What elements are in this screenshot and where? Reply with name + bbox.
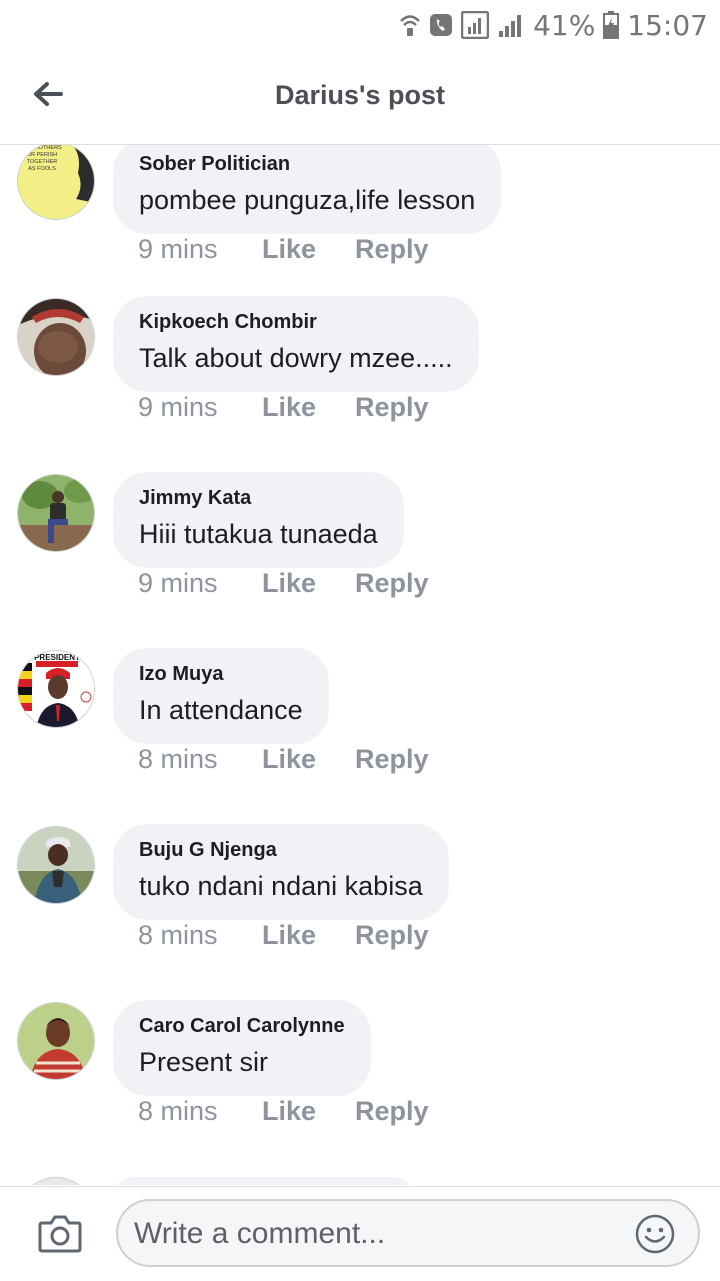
comment-actions: 8 mins Like Reply	[138, 920, 429, 951]
comment-actions: 9 mins Like Reply	[138, 234, 429, 265]
comment-time[interactable]: 9 mins	[138, 568, 262, 599]
comment-time[interactable]: 8 mins	[138, 744, 262, 775]
comment-bubble[interactable]: Jimmy Kata Hiii tutakua tunaeda	[113, 472, 404, 568]
comment-bubble[interactable]: Buju G Njenga tuko ndani ndani kabisa	[113, 824, 449, 920]
reply-button[interactable]: Reply	[355, 744, 429, 775]
signal-box-icon	[461, 11, 490, 39]
reply-button[interactable]: Reply	[355, 1096, 429, 1127]
svg-text:AS BROTHERS: AS BROTHERS	[22, 145, 62, 151]
comment-list[interactable]: AS BROTHERS OR PERISH TOGETHER AS FOOLS …	[0, 145, 720, 1185]
comment-bubble[interactable]: Caro Carol Carolynne Present sir	[113, 1000, 371, 1096]
comment-text: pombee punguza,life lesson	[139, 185, 476, 215]
reply-button[interactable]: Reply	[355, 920, 429, 951]
comment-text: Hiii tutakua tunaeda	[139, 519, 378, 549]
svg-text:OR PERISH: OR PERISH	[27, 152, 57, 158]
avatar[interactable]: AS BROTHERS OR PERISH TOGETHER AS FOOLS	[17, 145, 95, 220]
avatar-image	[18, 1003, 94, 1079]
commenter-name[interactable]: Caro Carol Carolynne	[139, 1014, 345, 1038]
avatar[interactable]	[17, 298, 95, 376]
camera-icon	[38, 1215, 82, 1253]
battery-percent: 41%	[533, 8, 596, 42]
emoji-icon	[635, 1214, 675, 1254]
comment-input-wrapper[interactable]	[116, 1199, 700, 1267]
svg-text:TOGETHER: TOGETHER	[27, 159, 57, 165]
avatar[interactable]	[17, 474, 95, 552]
like-button[interactable]: Like	[262, 392, 355, 423]
avatar-image: AS BROTHERS OR PERISH TOGETHER AS FOOLS	[18, 145, 94, 219]
phone-call-icon	[429, 12, 453, 38]
commenter-name[interactable]: Kipkoech Chombir	[139, 310, 453, 334]
avatar-image	[18, 827, 94, 903]
like-button[interactable]: Like	[262, 568, 355, 599]
comment: PRESIDENT Izo Muya In attendance 8 mins …	[0, 648, 720, 824]
avatar-image: PRESIDENT	[18, 651, 94, 727]
svg-text:AS FOOLS: AS FOOLS	[28, 166, 56, 172]
wifi-calling-icon	[399, 12, 421, 38]
like-button[interactable]: Like	[262, 744, 355, 775]
comment-bubble[interactable]	[113, 1177, 413, 1185]
svg-text:PRESIDENT: PRESIDENT	[34, 653, 80, 662]
comment-actions: 9 mins Like Reply	[138, 392, 429, 423]
commenter-name[interactable]: Sober Politician	[139, 152, 475, 176]
comment-actions: 8 mins Like Reply	[138, 1096, 429, 1127]
avatar-image	[18, 299, 94, 375]
comment: Kipkoech Chombir Talk about dowry mzee..…	[0, 296, 720, 472]
reply-button[interactable]: Reply	[355, 568, 429, 599]
battery-charging-icon	[603, 11, 620, 39]
commenter-name[interactable]: Izo Muya	[139, 662, 303, 686]
cell-signal-icon	[497, 11, 525, 39]
commenter-name[interactable]: Buju G Njenga	[139, 838, 423, 862]
emoji-button[interactable]	[634, 1213, 676, 1255]
comment-time[interactable]: 8 mins	[138, 920, 262, 951]
comment-time[interactable]: 9 mins	[138, 392, 262, 423]
comment-input[interactable]	[132, 1211, 626, 1257]
comment-composer-bar	[0, 1186, 720, 1281]
comment-time[interactable]: 9 mins	[138, 234, 262, 265]
reply-button[interactable]: Reply	[355, 392, 429, 423]
comment: AS BROTHERS OR PERISH TOGETHER AS FOOLS …	[0, 145, 720, 264]
page-title: Darius's post	[275, 80, 445, 110]
avatar[interactable]	[17, 1002, 95, 1080]
top-bar: Darius's post	[0, 50, 720, 145]
commenter-name[interactable]: Jimmy Kata	[139, 486, 378, 510]
status-bar: 41% 15:07	[0, 0, 720, 50]
comment: Jimmy Kata Hiii tutakua tunaeda 9 mins L…	[0, 472, 720, 648]
comment-actions: 8 mins Like Reply	[138, 744, 429, 775]
comment-text: tuko ndani ndani kabisa	[139, 871, 423, 901]
avatar[interactable]	[17, 1177, 95, 1185]
like-button[interactable]: Like	[262, 920, 355, 951]
avatar-image	[18, 475, 94, 551]
clock: 15:07	[627, 8, 708, 42]
reply-button[interactable]: Reply	[355, 234, 429, 265]
comment-text: In attendance	[139, 695, 303, 725]
comment-actions: 9 mins Like Reply	[138, 568, 429, 599]
like-button[interactable]: Like	[262, 1096, 355, 1127]
avatar[interactable]	[17, 826, 95, 904]
camera-button[interactable]	[38, 1213, 82, 1253]
comment-bubble[interactable]: Kipkoech Chombir Talk about dowry mzee..…	[113, 296, 479, 392]
avatar[interactable]: PRESIDENT	[17, 650, 95, 728]
comment-time[interactable]: 8 mins	[138, 1096, 262, 1127]
comment: Buju G Njenga tuko ndani ndani kabisa 8 …	[0, 824, 720, 1000]
comment-text: Talk about dowry mzee.....	[139, 343, 453, 373]
comment-bubble[interactable]: Sober Politician pombee punguza,life les…	[113, 145, 502, 234]
comment-bubble[interactable]: Izo Muya In attendance	[113, 648, 329, 744]
comment-text: Present sir	[139, 1047, 269, 1077]
comment: Caro Carol Carolynne Present sir 8 mins …	[0, 1000, 720, 1176]
like-button[interactable]: Like	[262, 234, 355, 265]
